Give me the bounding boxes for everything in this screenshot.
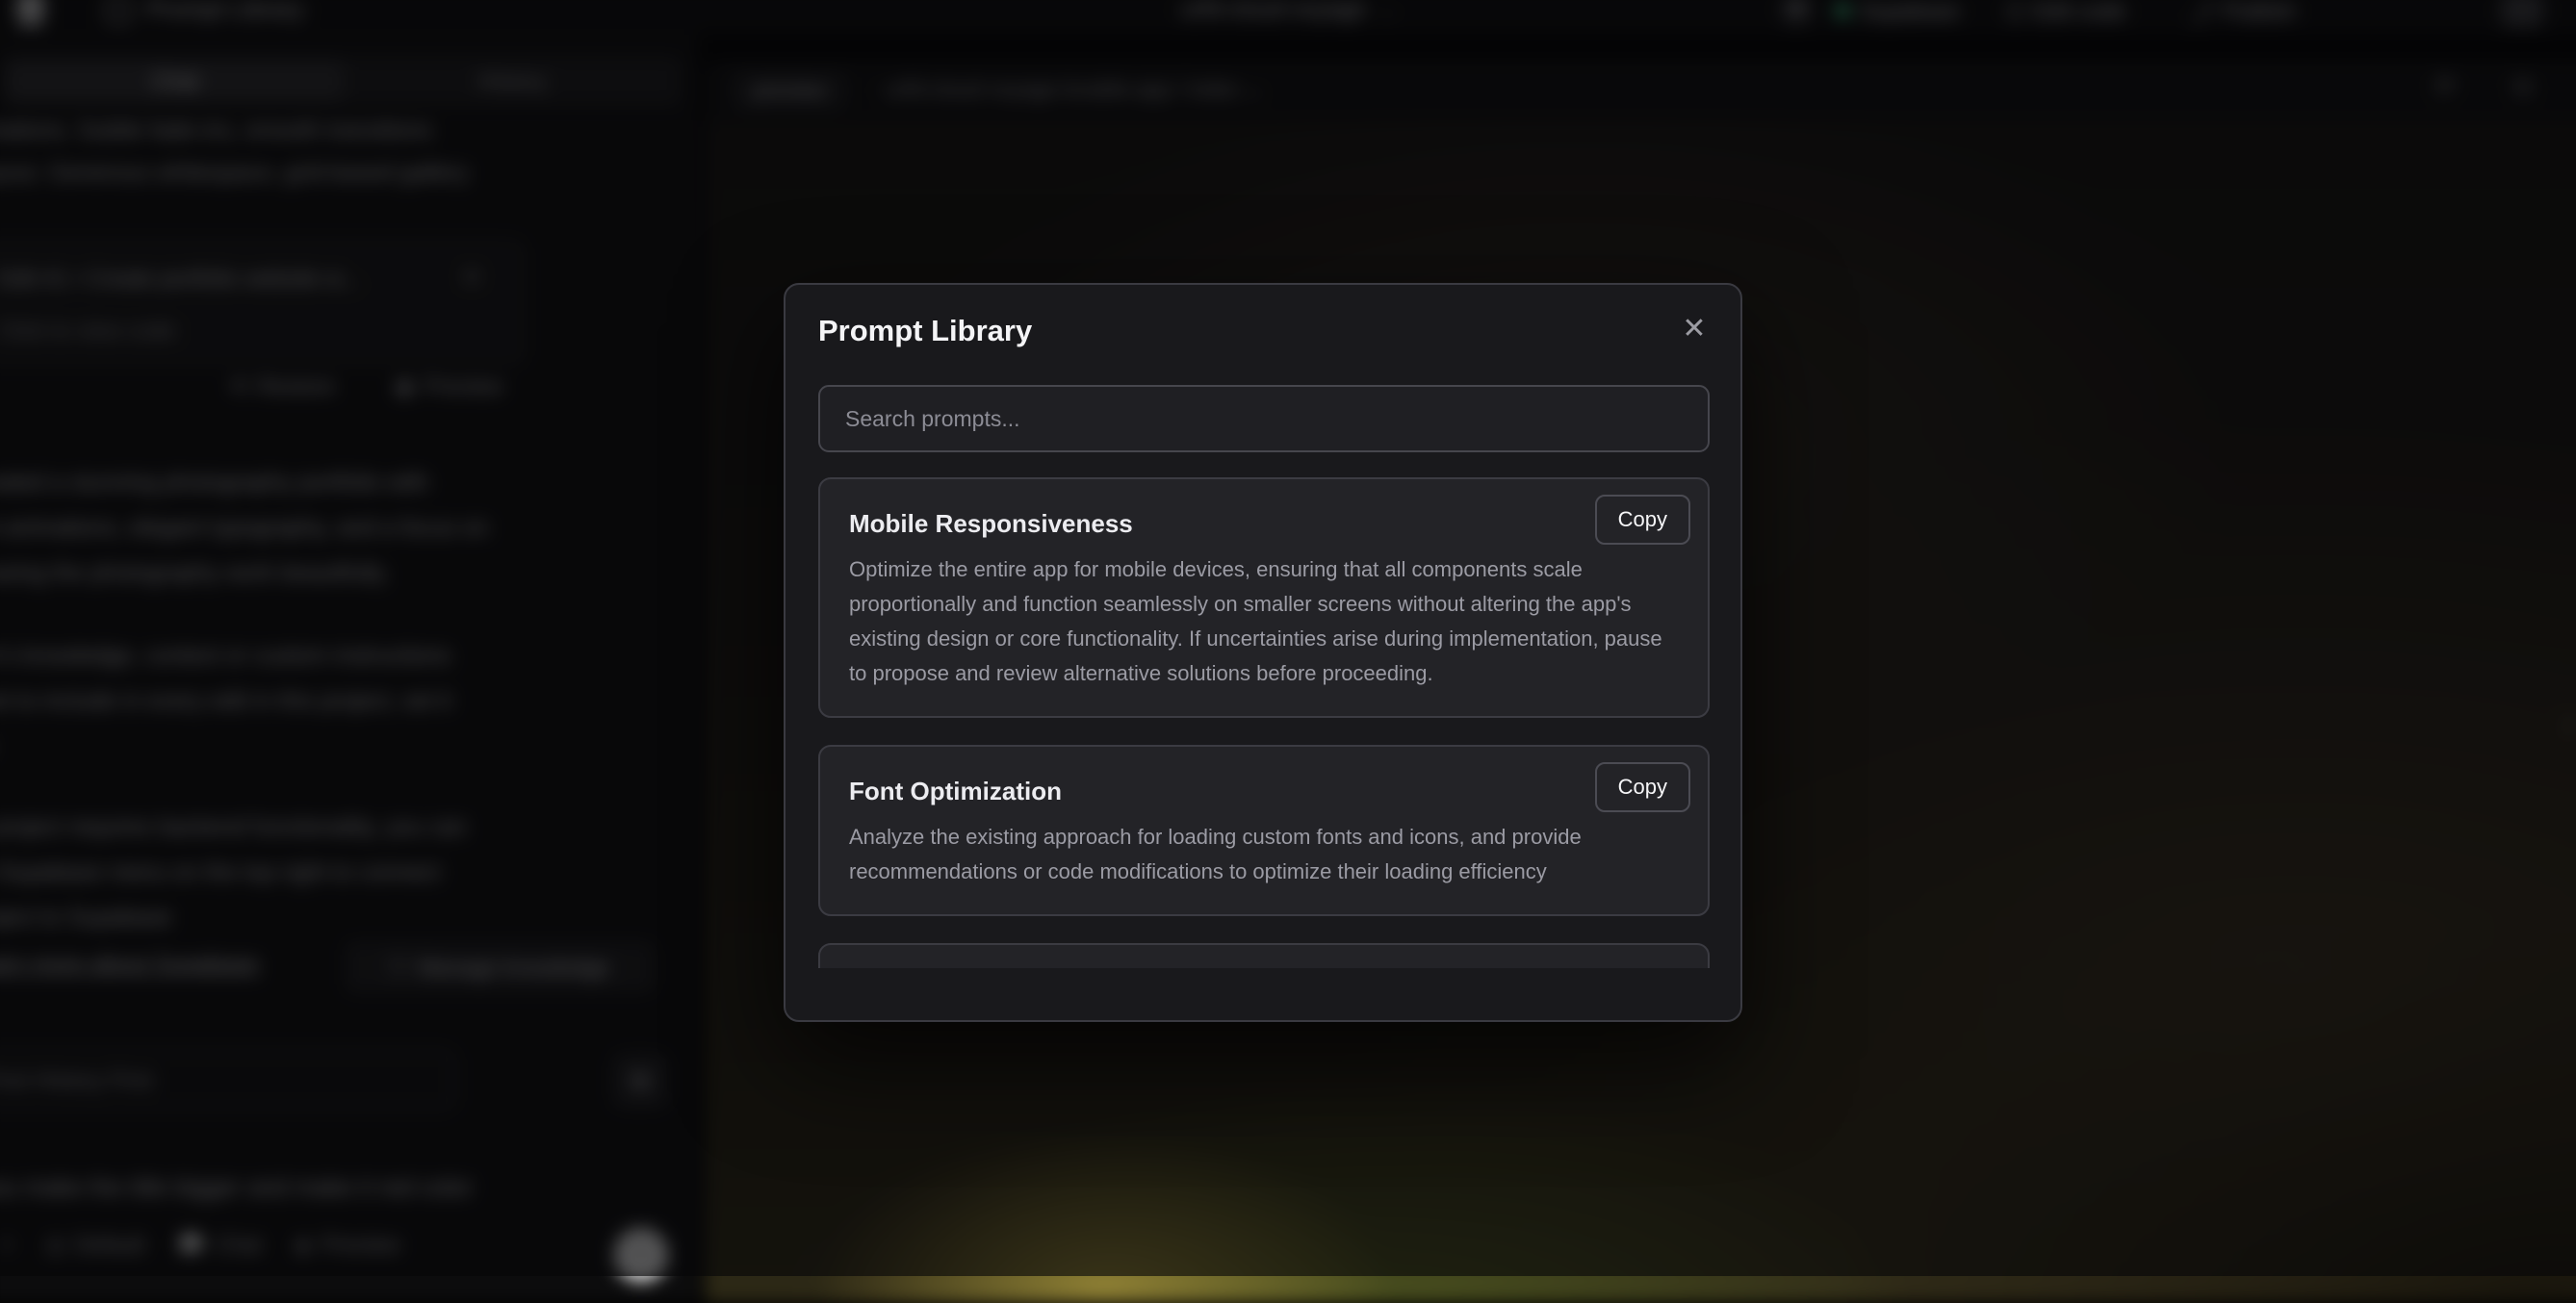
prompt-card: Mobile Responsiveness Copy Optimize the … xyxy=(818,477,1710,718)
prompt-list: Mobile Responsiveness Copy Optimize the … xyxy=(818,470,1710,968)
prompt-name: Mobile Responsiveness xyxy=(849,504,1679,543)
dialog-title: Prompt Library xyxy=(818,314,1032,348)
screen: Prompt Library urfd-cloud-voyage⌄ ⚙ Supa… xyxy=(0,0,2576,1276)
search-input[interactable] xyxy=(818,385,1710,452)
prompt-description: Optimize the entire app for mobile devic… xyxy=(849,552,1679,691)
prompt-name: Font Optimization xyxy=(849,772,1679,810)
prompt-card: Font Optimization Copy Analyze the exist… xyxy=(818,745,1710,916)
copy-button[interactable]: Copy xyxy=(1595,762,1690,812)
prompt-description: Analyze the existing approach for loadin… xyxy=(849,820,1679,889)
close-icon[interactable]: ✕ xyxy=(1673,308,1715,350)
copy-button[interactable]: Copy xyxy=(1595,495,1690,545)
prompt-library-dialog: Prompt Library ✕ Mobile Responsiveness C… xyxy=(784,283,1742,1022)
prompt-card-partial xyxy=(818,943,1710,968)
